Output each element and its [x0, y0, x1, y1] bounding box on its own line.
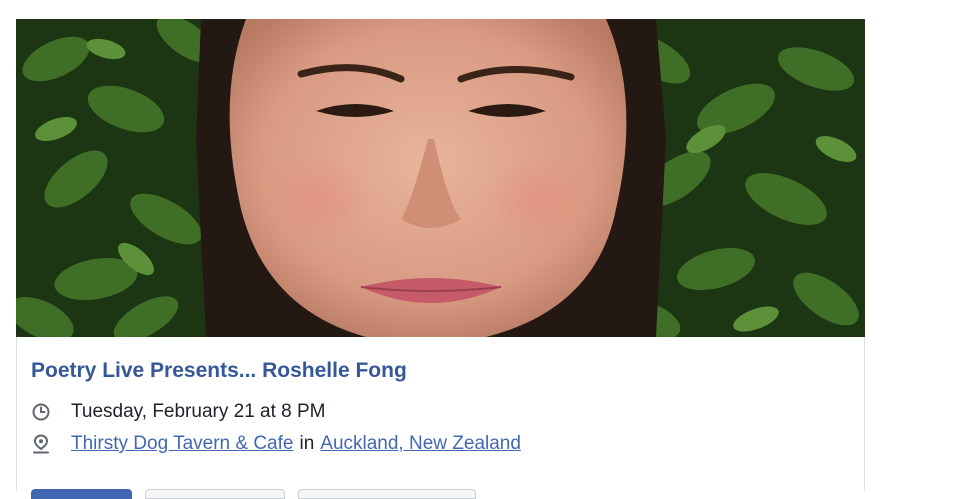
venue-link[interactable]: Thirsty Dog Tavern & Cafe	[71, 433, 293, 455]
event-title-link[interactable]: Poetry Live Presents... Roshelle Fong	[31, 359, 407, 383]
event-location-row: Thirsty Dog Tavern & Cafe in Auckland, N…	[31, 433, 521, 455]
city-link[interactable]: Auckland, New Zealand	[320, 433, 521, 455]
portrait-image	[16, 19, 865, 337]
event-card: Poetry Live Presents... Roshelle Fong Tu…	[16, 19, 865, 499]
map-pin-icon	[31, 434, 51, 454]
event-datetime: Tuesday, February 21 at 8 PM	[71, 401, 326, 422]
event-details: Poetry Live Presents... Roshelle Fong Tu…	[16, 337, 865, 499]
event-cover-photo[interactable]	[16, 19, 865, 337]
location-connector: in	[299, 433, 315, 454]
clock-icon	[31, 402, 51, 422]
event-time-row: Tuesday, February 21 at 8 PM	[31, 401, 326, 423]
